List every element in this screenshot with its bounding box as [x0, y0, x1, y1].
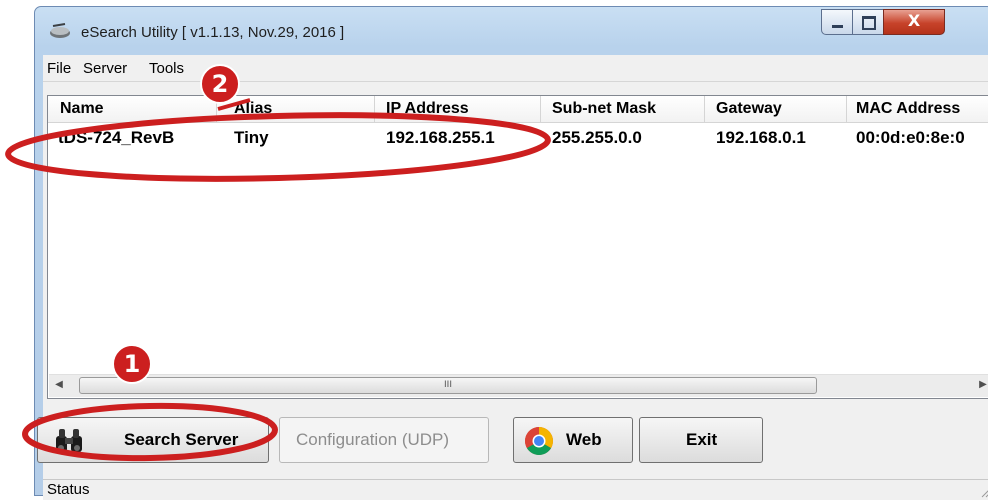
client-area: File Server Tools Name Alias IP Address …: [37, 55, 988, 500]
menu-bar: File Server Tools: [43, 55, 988, 82]
exit-label: Exit: [686, 430, 718, 449]
web-label: Web: [566, 430, 602, 449]
menu-tools[interactable]: Tools: [149, 60, 184, 77]
column-divider[interactable]: [540, 96, 541, 122]
title-bar[interactable]: eSearch Utility [ v1.1.13, Nov.29, 2016 …: [35, 7, 988, 55]
binoculars-icon: [56, 429, 82, 452]
close-button[interactable]: X: [883, 9, 945, 35]
horizontal-scrollbar[interactable]: ◀ III ▶: [49, 374, 988, 397]
scroll-left-icon[interactable]: ◀: [51, 379, 67, 393]
column-divider[interactable]: [846, 96, 847, 122]
scroll-thumb[interactable]: III: [79, 377, 817, 394]
column-alias[interactable]: Alias: [234, 100, 272, 118]
list-header: Name Alias IP Address Sub-net Mask Gatew…: [48, 96, 988, 123]
cell-subnet-mask: 255.255.0.0: [552, 128, 642, 147]
annotation-badge-1: 1: [112, 344, 152, 384]
column-ip-address[interactable]: IP Address: [386, 100, 469, 118]
column-subnet-mask[interactable]: Sub-net Mask: [552, 100, 656, 118]
window-title: eSearch Utility [ v1.1.13, Nov.29, 2016 …: [81, 24, 345, 41]
status-bar: Status: [43, 479, 988, 500]
chrome-icon: [525, 427, 553, 455]
exit-button[interactable]: Exit: [639, 417, 763, 463]
column-divider[interactable]: [704, 96, 705, 122]
column-name[interactable]: Name: [60, 100, 104, 118]
app-window: eSearch Utility [ v1.1.13, Nov.29, 2016 …: [34, 6, 988, 500]
cell-alias: Tiny: [234, 128, 269, 147]
configuration-udp-button[interactable]: Configuration (UDP): [279, 417, 489, 463]
cell-name: tDS-724_RevB: [58, 128, 175, 147]
scroll-grip-icon: III: [444, 380, 452, 390]
server-list[interactable]: Name Alias IP Address Sub-net Mask Gatew…: [47, 95, 988, 399]
column-mac-address[interactable]: MAC Address: [856, 100, 960, 118]
cell-mac-address: 00:0d:e0:8e:0: [856, 128, 965, 147]
maximize-button[interactable]: [852, 9, 884, 35]
menu-file[interactable]: File: [47, 60, 71, 77]
minimize-button[interactable]: [821, 9, 853, 35]
search-server-label: Search Server: [124, 430, 239, 449]
column-divider[interactable]: [374, 96, 375, 122]
status-label: Status: [47, 481, 90, 498]
search-server-button[interactable]: Search Server: [37, 417, 269, 463]
cell-ip-address: 192.168.255.1: [386, 128, 495, 147]
menu-server[interactable]: Server: [83, 60, 127, 77]
cell-gateway: 192.168.0.1: [716, 128, 806, 147]
web-button[interactable]: Web: [513, 417, 633, 463]
scroll-right-icon[interactable]: ▶: [975, 379, 988, 393]
close-icon: X: [907, 11, 921, 30]
column-gateway[interactable]: Gateway: [716, 100, 782, 118]
app-icon: [50, 23, 70, 38]
annotation-badge-2: 2: [200, 64, 240, 104]
configuration-udp-label: Configuration (UDP): [296, 430, 450, 449]
resize-grip-icon[interactable]: [979, 484, 988, 498]
